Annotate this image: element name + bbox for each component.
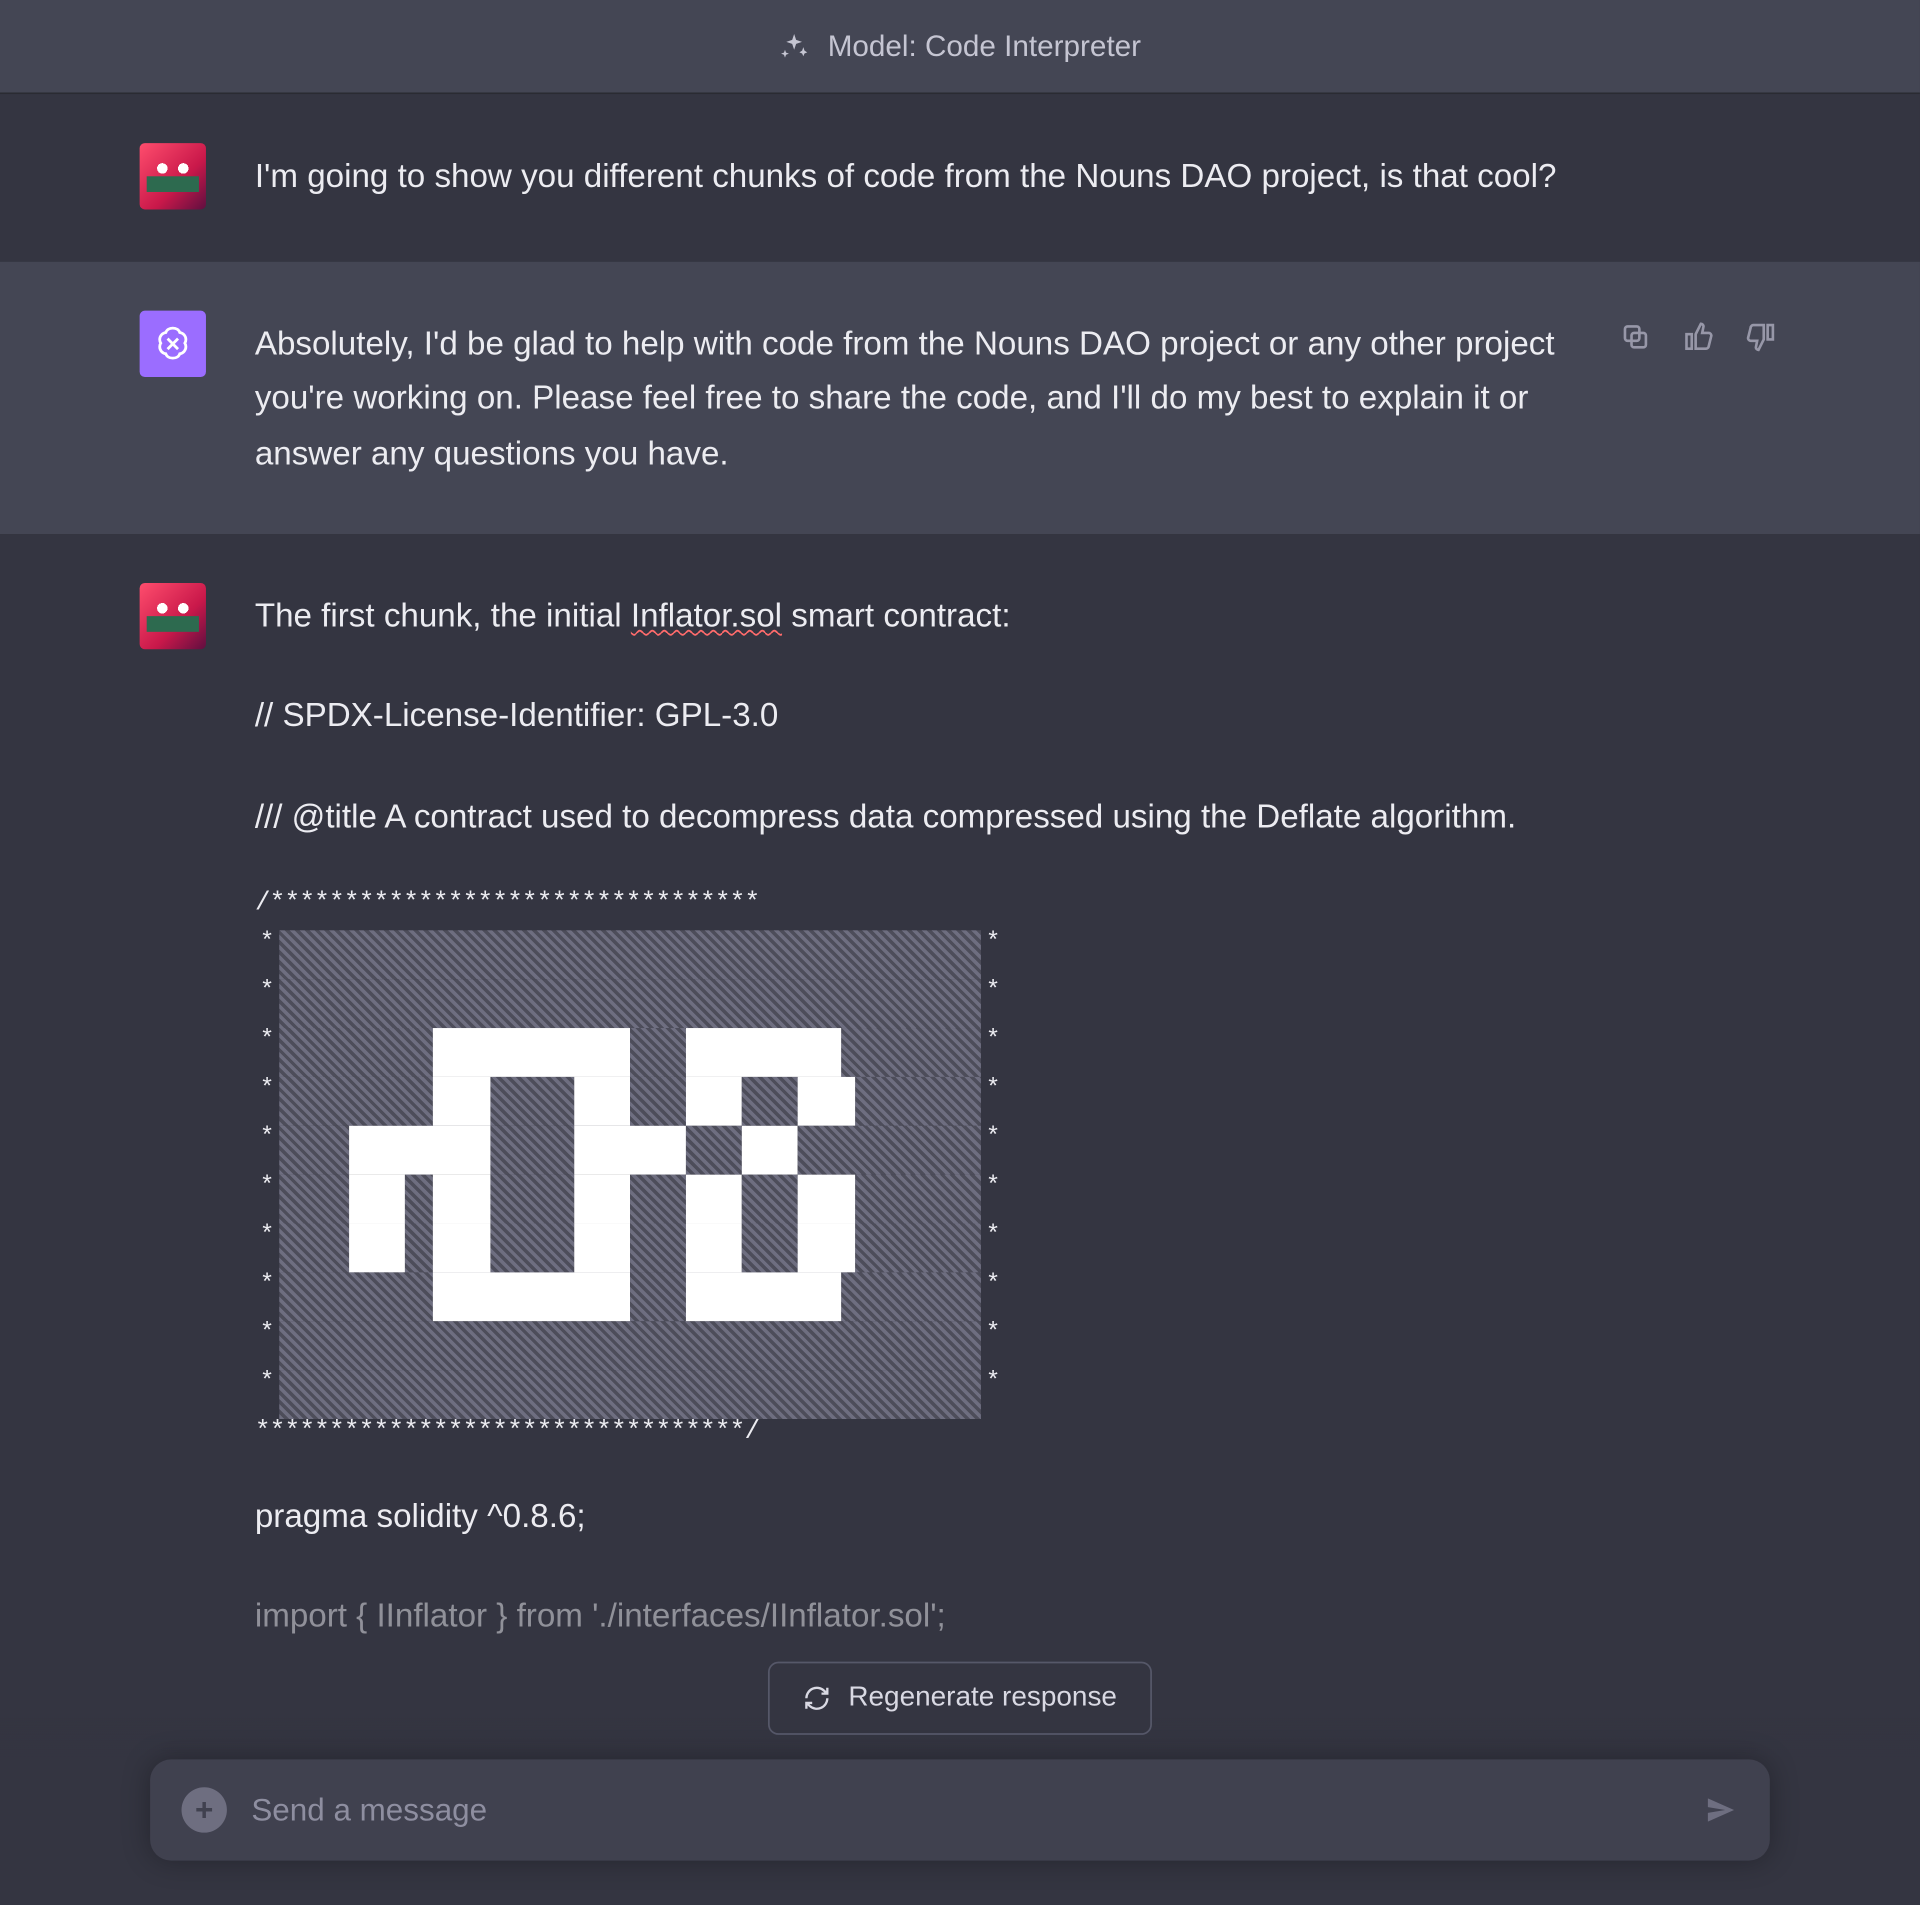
copy-button[interactable] [1616,318,1654,356]
intro-text-post: smart contract: [782,599,1011,636]
thumbs-up-button[interactable] [1679,318,1717,356]
thumbs-down-button[interactable] [1742,318,1780,356]
message-user-1: I'm going to show you different chunks o… [0,94,1920,262]
spdx-line: // SPDX-License-Identifier: GPL-3.0 [255,690,1780,745]
user-message-text: I'm going to show you different chunks o… [255,143,1780,209]
ascii-stars-close: *********************************/ [255,1419,1780,1445]
attach-button[interactable]: + [182,1787,227,1832]
message-input[interactable] [251,1792,1679,1829]
refresh-icon [803,1684,831,1712]
user-avatar [140,583,206,649]
model-label: Model: Code Interpreter [828,29,1141,64]
user-message-code: The first chunk, the initial Inflator.so… [255,583,1780,1665]
regenerate-label: Regenerate response [848,1683,1117,1714]
pragma-line: pragma solidity ^0.8.6; [255,1491,1780,1546]
assistant-avatar [140,311,206,377]
send-icon [1704,1793,1739,1828]
regenerate-button[interactable]: Regenerate response [768,1662,1152,1735]
user-avatar [140,143,206,209]
filename-text: Inflator.sol [631,599,782,636]
send-button[interactable] [1704,1793,1739,1828]
ascii-logo: ** ** ** ** ** ** ** ** ** ** [255,930,1006,1419]
plus-icon: + [195,1792,213,1829]
sparkle-icon [779,31,810,62]
ascii-stars-open: /********************************* [255,890,1780,916]
assistant-message-text: Absolutely, I'd be glad to help with cod… [255,311,1582,482]
message-assistant-1: Absolutely, I'd be glad to help with cod… [0,262,1920,534]
message-user-2: The first chunk, the initial Inflator.so… [0,534,1920,1717]
model-header: Model: Code Interpreter [0,0,1920,94]
message-input-box[interactable]: + [150,1759,1770,1860]
import-line: import { IInflator } from './interfaces/… [255,1591,1780,1646]
message-actions [1616,311,1780,482]
intro-text: The first chunk, the initial [255,599,631,636]
title-comment-line: /// @title A contract used to decompress… [255,790,1780,845]
